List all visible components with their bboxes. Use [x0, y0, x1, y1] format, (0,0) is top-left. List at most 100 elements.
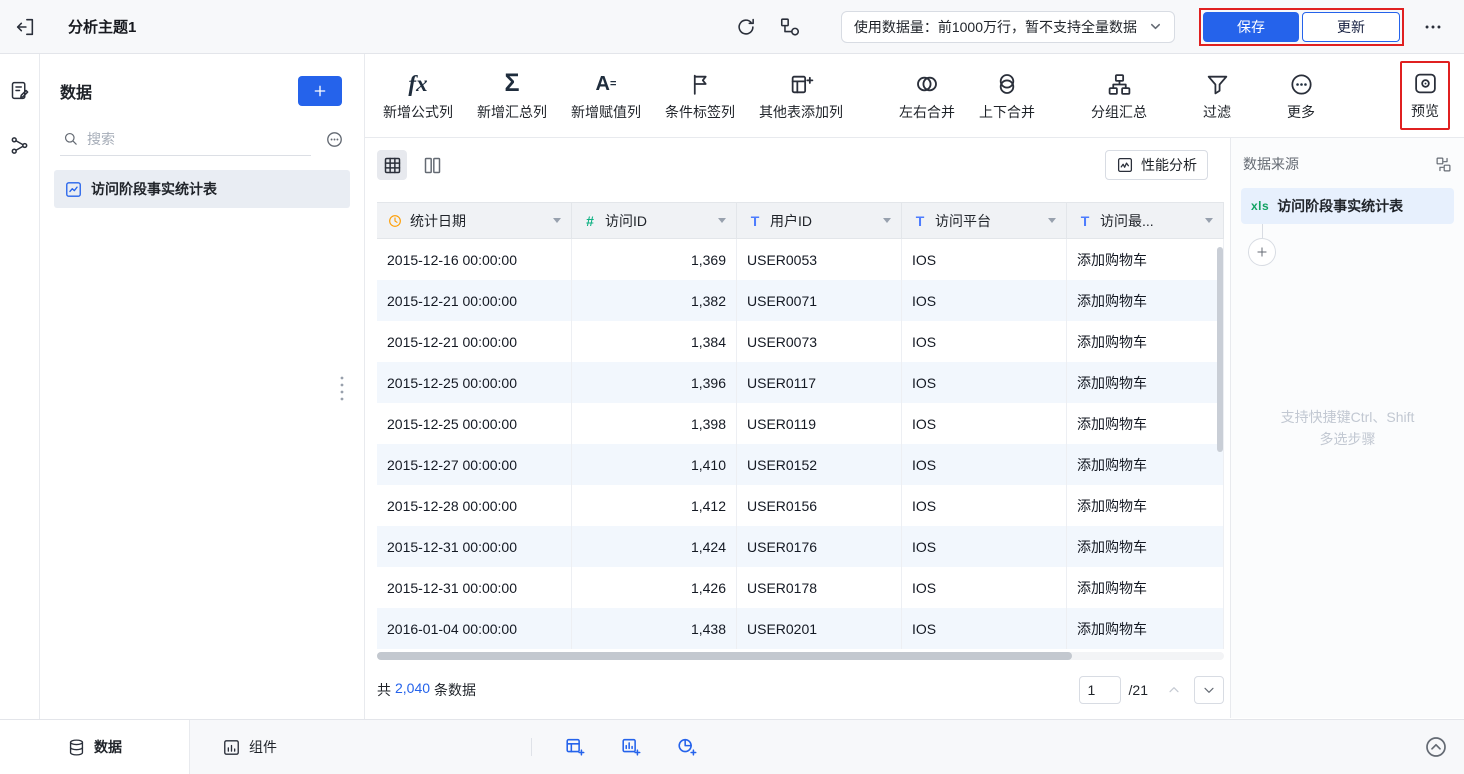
table-row[interactable]: 2015-12-25 00:00:001,398USER0119IOS添加购物车 [377, 403, 1224, 444]
table-row[interactable]: 2015-12-27 00:00:001,410USER0152IOS添加购物车 [377, 444, 1224, 485]
add-pie-button[interactable] [672, 732, 702, 762]
lineage-icon[interactable] [775, 12, 805, 42]
performance-analysis-button[interactable]: 性能分析 [1105, 150, 1208, 180]
tab-component[interactable]: 组件 [196, 720, 303, 774]
toolbar-new-formula-column[interactable]: fx 新增公式列 [383, 69, 453, 122]
add-data-button[interactable] [298, 76, 342, 106]
column-dropdown-caret[interactable] [883, 218, 891, 223]
flow-nodes-icon [9, 135, 30, 156]
column-header-visit-id[interactable]: # 访问ID [572, 203, 737, 238]
column-header-date[interactable]: 统计日期 [377, 203, 572, 238]
table-row[interactable]: 2015-12-28 00:00:001,412USER0156IOS添加购物车 [377, 485, 1224, 526]
toolbar-new-assign-column[interactable]: A= 新增赋值列 [571, 69, 641, 122]
toolbar-preview[interactable]: 预览 [1400, 61, 1450, 130]
dataset-list-item[interactable]: 访问阶段事实统计表 [54, 170, 350, 208]
table-row[interactable]: 2015-12-31 00:00:001,426USER0178IOS添加购物车 [377, 567, 1224, 608]
toolbar-merge-top-bottom[interactable]: 上下合并 [979, 69, 1035, 122]
add-chart-button[interactable] [616, 732, 646, 762]
text-type-icon: T [912, 213, 928, 229]
drag-dots-icon [338, 373, 346, 403]
collapse-panel-button[interactable] [1424, 735, 1448, 759]
column-dropdown-caret[interactable] [1048, 218, 1056, 223]
plus-icon [1255, 245, 1269, 259]
table-row[interactable]: 2016-01-04 00:00:001,438USER0201IOS添加购物车 [377, 608, 1224, 649]
top-bar: 分析主题1 使用数据量：前1000万行，暂不支持全量数据 保存 更新 [0, 0, 1464, 54]
performance-icon [1116, 156, 1134, 174]
clock-icon [387, 213, 403, 229]
toolbar-new-summary-column[interactable]: Σ 新增汇总列 [477, 69, 547, 122]
add-table-icon [564, 736, 586, 758]
save-button[interactable]: 保存 [1203, 12, 1299, 42]
card-view-toggle[interactable] [417, 150, 447, 180]
table-cell: 2015-12-31 00:00:00 [377, 567, 572, 608]
multi-select-hint: 支持快捷键Ctrl、Shift 多选步骤 [1231, 406, 1464, 450]
layout-switch-icon[interactable] [1435, 156, 1452, 173]
column-header-user-id[interactable]: T 用户ID [737, 203, 902, 238]
table-row[interactable]: 2015-12-31 00:00:001,424USER0176IOS添加购物车 [377, 526, 1224, 567]
search-more-icon[interactable] [321, 126, 348, 153]
table-cell: IOS [902, 362, 1067, 403]
add-table-button[interactable] [560, 732, 590, 762]
data-volume-label: 使用数据量：前1000万行，暂不支持全量数据 [854, 17, 1137, 37]
column-header-visit-stage[interactable]: T 访问最... [1067, 203, 1224, 238]
toolbar-group-summary[interactable]: 分组汇总 [1091, 69, 1147, 122]
source-step-item[interactable]: xls 访问阶段事实统计表 [1241, 188, 1454, 224]
update-button[interactable]: 更新 [1302, 12, 1400, 42]
column-header-platform[interactable]: T 访问平台 [902, 203, 1067, 238]
page-title: 分析主题1 [68, 16, 136, 37]
table-row[interactable]: 2015-12-21 00:00:001,382USER0071IOS添加购物车 [377, 280, 1224, 321]
tab-data[interactable]: 数据 [0, 720, 190, 774]
table-cell: 添加购物车 [1067, 608, 1224, 649]
toolbar-merge-left-right[interactable]: 左右合并 [899, 69, 955, 122]
column-dropdown-caret[interactable] [718, 218, 726, 223]
venn-vertical-icon [994, 69, 1020, 97]
add-pie-icon [676, 736, 698, 758]
lineage-icon [779, 16, 801, 38]
pagination: /21 [1079, 676, 1224, 704]
blood-relation-icon[interactable] [5, 131, 34, 160]
exit-icon[interactable] [10, 12, 40, 42]
table-cell: 2016-01-04 00:00:00 [377, 608, 572, 649]
table-cell: IOS [902, 567, 1067, 608]
toolbar-filter[interactable]: 过滤 [1203, 69, 1231, 122]
add-step-button[interactable] [1248, 238, 1276, 266]
edit-data-icon[interactable] [5, 76, 34, 105]
content-row: 性能分析 统计日期 # 访问ID T [365, 138, 1464, 718]
search-box[interactable] [60, 122, 311, 156]
table-cell: 添加购物车 [1067, 321, 1224, 362]
table-cell: IOS [902, 403, 1067, 444]
table-cell: USER0152 [737, 444, 902, 485]
table-cell: 2015-12-16 00:00:00 [377, 239, 572, 280]
horizontal-scrollbar[interactable] [377, 652, 1072, 660]
funnel-icon [1205, 69, 1230, 97]
toolbar-more[interactable]: 更多 [1287, 69, 1315, 122]
table-row[interactable]: 2015-12-21 00:00:001,384USER0073IOS添加购物车 [377, 321, 1224, 362]
vertical-scrollbar[interactable] [1217, 247, 1223, 452]
chevron-up-icon [1166, 682, 1182, 698]
page-input[interactable] [1079, 676, 1121, 704]
toolbar-condition-tag-column[interactable]: 条件标签列 [665, 69, 735, 122]
toolbar-other-table-column[interactable]: 其他表添加列 [759, 69, 843, 122]
table-cell: USER0073 [737, 321, 902, 362]
column-dropdown-caret[interactable] [1205, 218, 1213, 223]
formula-icon: fx [408, 69, 427, 97]
text-type-icon: T [747, 213, 763, 229]
view-toggle-row: 性能分析 [377, 138, 1230, 192]
table-row[interactable]: 2015-12-16 00:00:001,369USER0053IOS添加购物车 [377, 239, 1224, 280]
edit-toolbar: fx 新增公式列 Σ 新增汇总列 A= 新增赋值列 条件标签列 其他表添加列 左… [365, 54, 1464, 138]
column-dropdown-caret[interactable] [553, 218, 561, 223]
panel-resize-handle[interactable] [336, 370, 348, 406]
page-up-button[interactable] [1166, 682, 1182, 698]
circled-ellipsis-icon [1289, 69, 1314, 97]
grid-view-toggle[interactable] [377, 150, 407, 180]
annotation-box-save-update: 保存 更新 [1199, 8, 1404, 46]
tab-component-label: 组件 [249, 737, 277, 757]
toolbar-label: 其他表添加列 [759, 102, 843, 122]
refresh-icon[interactable] [731, 12, 761, 42]
search-input[interactable] [87, 131, 309, 147]
page-down-button[interactable] [1194, 676, 1224, 704]
more-actions-icon[interactable] [1418, 12, 1448, 42]
table-cell: 1,384 [572, 321, 737, 362]
table-row[interactable]: 2015-12-25 00:00:001,396USER0117IOS添加购物车 [377, 362, 1224, 403]
data-volume-dropdown[interactable]: 使用数据量：前1000万行，暂不支持全量数据 [841, 11, 1175, 43]
